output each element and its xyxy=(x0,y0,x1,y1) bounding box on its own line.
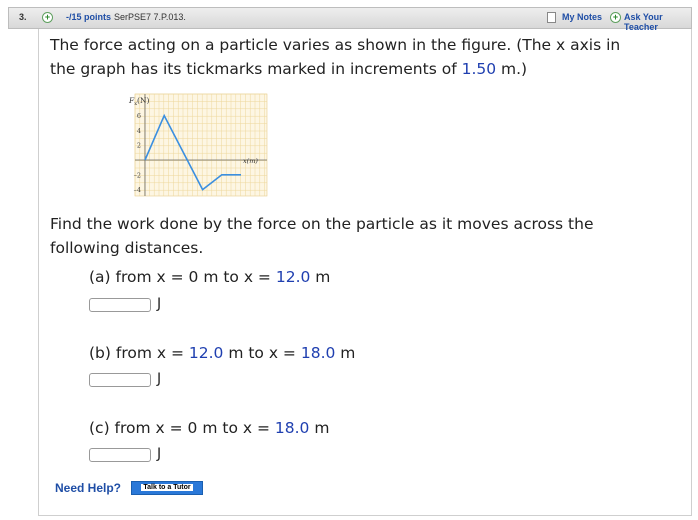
notes-icon[interactable] xyxy=(547,12,556,23)
problem-line-2: the graph has its tickmarks marked in in… xyxy=(50,60,527,78)
part-b-label: (b) from x = 12.0 m to x = 18.0 m xyxy=(89,344,355,362)
part-c-unit-m: m xyxy=(309,419,330,437)
graph-grid xyxy=(134,93,268,197)
expand-plus-icon[interactable]: + xyxy=(42,12,53,23)
need-help-label: Need Help? xyxy=(55,481,122,495)
part-b-unit-m: m xyxy=(335,344,356,362)
answer-unit-c: J xyxy=(157,446,162,462)
problem-line-2-end: m.) xyxy=(496,60,528,78)
talk-to-tutor-button[interactable]: Talk to a Tutor xyxy=(131,481,203,495)
talk-to-tutor-label: Talk to a Tutor xyxy=(141,484,193,491)
x-axis-label: x(m) xyxy=(243,157,258,165)
prompt-line-2: following distances. xyxy=(50,239,204,257)
tick-increment-value: 1.50 xyxy=(461,60,497,78)
part-c-text: (c) from x = 0 m to x = xyxy=(89,419,275,437)
part-a-unit-m: m xyxy=(310,268,331,286)
answer-unit-a: J xyxy=(157,296,162,312)
answer-input-a[interactable] xyxy=(89,298,151,312)
source-label: SerPSE7 7.P.013. xyxy=(114,12,186,22)
y-tick-label: 4 xyxy=(137,127,141,135)
part-c-value: 18.0 xyxy=(274,419,310,437)
part-b-value-start: 12.0 xyxy=(188,344,224,362)
part-b-text: (b) from x = xyxy=(89,344,189,362)
part-a-label: (a) from x = 0 m to x = 12.0 m xyxy=(89,268,330,286)
answer-input-b[interactable] xyxy=(89,373,151,387)
part-b-value: 18.0 xyxy=(300,344,336,362)
force-graph: 642–2–4 Fx(N) x(m) xyxy=(128,93,268,197)
y-tick-label: 6 xyxy=(137,112,141,120)
y-tick-label: –4 xyxy=(134,186,141,194)
grid-background xyxy=(134,93,268,197)
part-a-value: 12.0 xyxy=(275,268,311,286)
problem-line-1: The force acting on a particle varies as… xyxy=(50,36,621,54)
y-tick-label: 2 xyxy=(137,142,141,150)
part-a-text: (a) from x = 0 m to x = xyxy=(89,268,276,286)
points-label: -/15 points xyxy=(66,12,112,22)
ask-teacher-plus-icon[interactable]: + xyxy=(610,12,621,23)
answer-input-c[interactable] xyxy=(89,448,151,462)
answer-unit-b: J xyxy=(157,371,162,387)
part-b-text-mid: m to x = xyxy=(223,344,301,362)
y-tick-label: –2 xyxy=(134,171,141,179)
question-header: 3. + -/15 points SerPSE7 7.P.013. My Not… xyxy=(8,7,692,32)
question-number: 3. xyxy=(19,12,27,22)
part-c-label: (c) from x = 0 m to x = 18.0 m xyxy=(89,419,329,437)
prompt-line-1: Find the work done by the force on the p… xyxy=(50,215,594,233)
my-notes-link[interactable]: My Notes xyxy=(562,12,602,22)
problem-line-2-text: the graph has its tickmarks marked in in… xyxy=(50,60,462,78)
